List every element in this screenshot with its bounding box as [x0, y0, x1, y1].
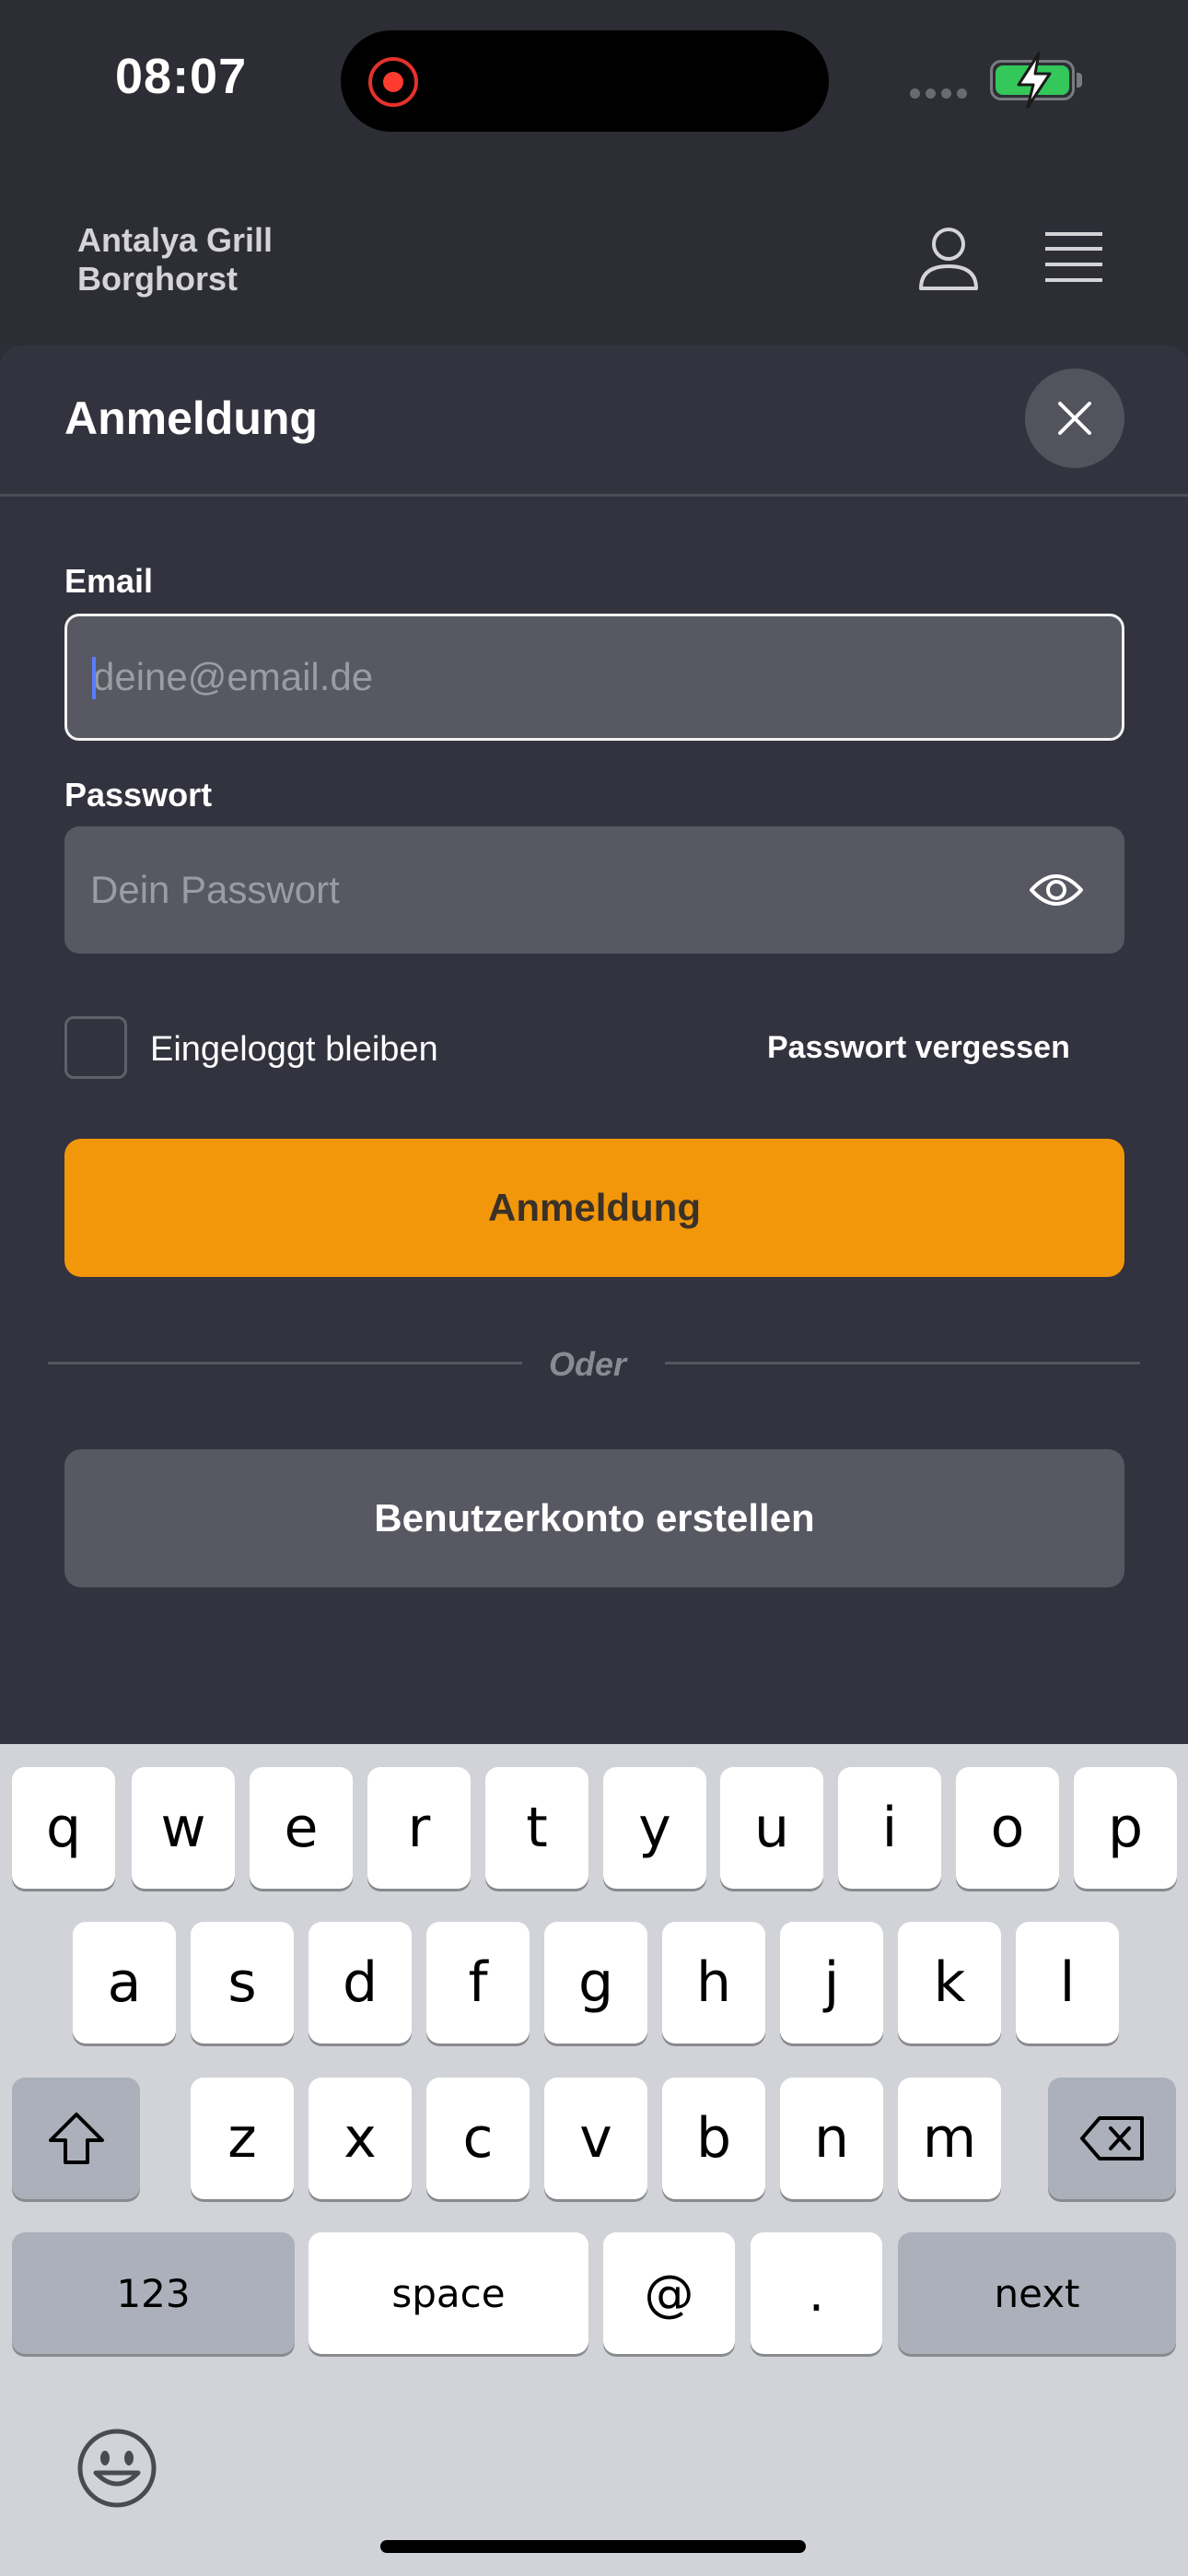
key-v[interactable]: v — [544, 2078, 647, 2199]
key-o[interactable]: o — [956, 1767, 1059, 1889]
key-a[interactable]: a — [73, 1922, 176, 2043]
key-x[interactable]: x — [309, 2078, 412, 2199]
backspace-icon — [1079, 2116, 1144, 2160]
key-m[interactable]: m — [898, 2078, 1001, 2199]
user-icon[interactable] — [916, 226, 981, 292]
key-s[interactable]: s — [191, 1922, 294, 2043]
dot-key[interactable]: . — [751, 2232, 882, 2354]
password-label: Passwort — [64, 776, 213, 814]
divider-line-right — [665, 1362, 1140, 1364]
signal-icon — [910, 87, 974, 99]
recording-indicator-icon — [368, 57, 418, 107]
key-h[interactable]: h — [662, 1922, 765, 2043]
key-c[interactable]: c — [426, 2078, 530, 2199]
delete-key[interactable] — [1048, 2078, 1176, 2199]
at-key[interactable]: @ — [603, 2232, 735, 2354]
remember-me-label[interactable]: Eingeloggt bleiben — [150, 1030, 438, 1070]
home-indicator — [380, 2540, 806, 2553]
key-i[interactable]: i — [838, 1767, 941, 1889]
key-e[interactable]: e — [250, 1767, 353, 1889]
key-z[interactable]: z — [191, 2078, 294, 2199]
key-y[interactable]: y — [603, 1767, 706, 1889]
key-w[interactable]: w — [132, 1767, 235, 1889]
battery-cap — [1077, 73, 1082, 88]
key-r[interactable]: r — [367, 1767, 471, 1889]
status-time: 08:07 — [115, 49, 248, 104]
divider-line-left — [48, 1362, 522, 1364]
key-f[interactable]: f — [426, 1922, 530, 2043]
space-key[interactable]: space — [309, 2232, 588, 2354]
close-icon — [1058, 402, 1091, 435]
text-cursor — [92, 657, 96, 699]
modal-title: Anmeldung — [64, 392, 318, 444]
shift-icon — [48, 2113, 104, 2164]
key-j[interactable]: j — [780, 1922, 883, 2043]
key-p[interactable]: p — [1074, 1767, 1177, 1889]
close-button[interactable] — [1025, 369, 1124, 468]
modal-divider — [0, 494, 1188, 497]
password-input[interactable] — [64, 826, 1124, 954]
forgot-password-link[interactable]: Passwort vergessen — [767, 1030, 1070, 1066]
menu-icon[interactable] — [1043, 230, 1104, 284]
shift-key[interactable] — [12, 2078, 140, 2199]
remember-me-checkbox[interactable] — [64, 1016, 127, 1079]
key-q[interactable]: q — [12, 1767, 115, 1889]
key-t[interactable]: t — [485, 1767, 588, 1889]
brand-name[interactable]: Antalya Grill — [77, 221, 273, 260]
key-l[interactable]: l — [1016, 1922, 1119, 2043]
key-b[interactable]: b — [662, 2078, 765, 2199]
key-g[interactable]: g — [544, 1922, 647, 2043]
key-n[interactable]: n — [780, 2078, 883, 2199]
create-account-button[interactable]: Benutzerkonto erstellen — [64, 1449, 1124, 1587]
login-button[interactable]: Anmeldung — [64, 1139, 1124, 1277]
brand-location[interactable]: Borghorst — [77, 260, 238, 299]
divider-text: Oder — [549, 1345, 627, 1383]
key-d[interactable]: d — [309, 1922, 412, 2043]
charging-bolt-icon — [1017, 52, 1052, 109]
eye-icon[interactable] — [1029, 867, 1084, 913]
key-k[interactable]: k — [898, 1922, 1001, 2043]
email-label: Email — [64, 562, 154, 600]
keyboard: q w e r t y u i o p a s d f g h j k l z … — [0, 1744, 1188, 2576]
key-u[interactable]: u — [720, 1767, 823, 1889]
next-key[interactable]: next — [898, 2232, 1176, 2354]
email-input[interactable] — [64, 614, 1124, 741]
emoji-icon[interactable] — [76, 2427, 158, 2510]
numbers-key[interactable]: 123 — [12, 2232, 295, 2354]
